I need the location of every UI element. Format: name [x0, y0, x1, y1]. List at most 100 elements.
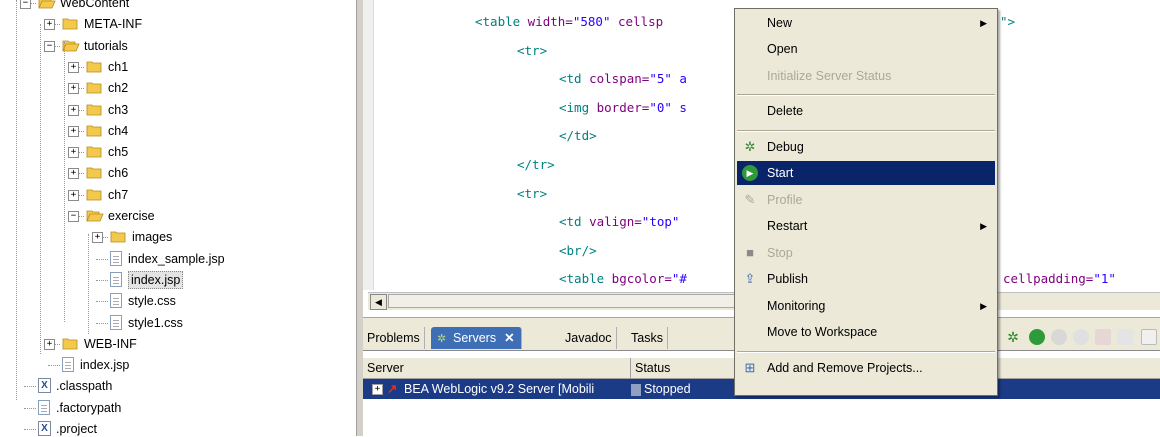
- folder-icon: [62, 18, 78, 30]
- expand-icon[interactable]: +: [68, 62, 79, 73]
- server-name: BEA WebLogic v9.2 Server [Mobili: [404, 382, 595, 396]
- folder-icon: [62, 338, 78, 350]
- editor-left-ruler: [363, 0, 374, 290]
- tree-item-label: index.jsp: [80, 358, 130, 372]
- code-tag: <td: [559, 71, 582, 86]
- code-attribute: width=: [520, 14, 573, 29]
- code-tag: <img: [559, 100, 590, 115]
- menu-item-move-to-workspace[interactable]: Move to Workspace: [737, 320, 995, 344]
- code-line: <img border="0" s: [559, 98, 687, 117]
- menu-item-open[interactable]: Open: [737, 37, 995, 61]
- tree-item-label: tutorials: [84, 39, 128, 53]
- tree-guide-line: [88, 234, 89, 334]
- menu-item-label: Publish: [767, 272, 808, 286]
- tree-connector: [96, 323, 108, 324]
- folder-icon: [86, 61, 102, 73]
- menu-item-label: Initialize Server Status: [767, 68, 892, 83]
- server-context-menu: New ▶ Open Initialize Server Status Delete ✲ D…: [734, 8, 998, 396]
- tab-label: Javadoc: [565, 331, 612, 345]
- menu-item-restart[interactable]: Restart ▶: [737, 214, 995, 238]
- panel-divider[interactable]: [356, 0, 363, 436]
- file-icon: [110, 315, 122, 330]
- code-tag: <table: [475, 14, 521, 29]
- file-icon: [62, 357, 74, 372]
- code-line: </td>: [559, 126, 597, 145]
- column-header-server[interactable]: Server: [363, 358, 631, 378]
- start-run-icon: ▶: [742, 165, 758, 181]
- tree-item-label: ch4: [108, 124, 129, 138]
- column-header-status[interactable]: Status: [631, 358, 751, 378]
- folder-icon: [86, 82, 102, 94]
- folder-icon: [86, 146, 102, 158]
- tree-item-label: .factorypath: [56, 401, 122, 415]
- tree-item-label: style1.css: [128, 316, 183, 330]
- tree-item-label: ch3: [108, 103, 129, 117]
- menu-item-label: Restart: [767, 219, 808, 233]
- expand-icon[interactable]: +: [44, 339, 55, 350]
- collapse-icon[interactable]: −: [20, 0, 31, 9]
- tree-item-label: index_sample.jsp: [128, 252, 225, 266]
- menu-item-monitoring[interactable]: Monitoring ▶: [737, 294, 995, 318]
- menu-item-debug[interactable]: ✲ Debug: [737, 135, 995, 159]
- menu-item-label: Debug: [767, 139, 804, 154]
- expand-icon[interactable]: +: [68, 168, 79, 179]
- submenu-arrow-icon: ▶: [980, 221, 987, 231]
- expand-icon[interactable]: +: [68, 147, 79, 158]
- start-server-icon[interactable]: [1029, 329, 1045, 345]
- collapse-icon[interactable]: −: [44, 41, 55, 52]
- code-string: "1": [1093, 271, 1116, 286]
- menu-item-label: Open: [767, 42, 798, 56]
- menu-item-add-and-remove-projects[interactable]: ⊞ Add and Remove Projects...: [737, 356, 995, 380]
- expand-icon[interactable]: +: [68, 190, 79, 201]
- close-icon[interactable]: ✕: [504, 331, 514, 345]
- file-icon: [110, 272, 122, 287]
- menu-item-delete[interactable]: Delete: [737, 99, 995, 123]
- menu-item-start[interactable]: ▶ Start: [737, 161, 995, 185]
- tab-problems[interactable]: Problems: [363, 327, 425, 349]
- collapse-icon[interactable]: −: [68, 211, 79, 222]
- code-line: <table width="580" cellsp: [475, 12, 663, 31]
- expand-icon[interactable]: +: [92, 232, 103, 243]
- code-attribute: cellpadding=: [1003, 271, 1094, 286]
- tab-tasks[interactable]: Tasks: [627, 327, 668, 349]
- tree-connector: [48, 365, 60, 366]
- add-remove-projects-icon: ⊞: [744, 359, 756, 375]
- code-line: <br/>: [559, 241, 597, 260]
- menu-item-stop: ■ Stop: [737, 241, 995, 265]
- file-icon: [110, 251, 122, 266]
- publish-server-icon[interactable]: [1117, 329, 1133, 345]
- expand-icon[interactable]: +: [44, 19, 55, 30]
- code-attribute: border=: [589, 100, 650, 115]
- scroll-left-arrow-icon[interactable]: ◀: [370, 294, 387, 310]
- code-line: </tr>: [517, 155, 555, 174]
- stop-square-icon: ■: [746, 244, 754, 260]
- restart-server-icon[interactable]: [1073, 329, 1089, 345]
- expand-toggle-icon[interactable]: +: [372, 384, 383, 395]
- menu-item-new[interactable]: New ▶: [737, 11, 995, 35]
- open-folder-icon: [86, 210, 104, 222]
- debug-server-icon[interactable]: ✲: [1005, 329, 1021, 345]
- tab-label: Tasks: [631, 331, 663, 345]
- tree-item-label: WebContent: [60, 0, 130, 10]
- code-line: <table bgcolor="#: [559, 269, 687, 288]
- minimize-view-icon[interactable]: [1141, 329, 1157, 345]
- code-line-overflow: cellpadding="1": [1003, 269, 1116, 288]
- stop-server-icon[interactable]: [1095, 329, 1111, 345]
- expand-icon[interactable]: +: [68, 126, 79, 137]
- code-string: "top": [641, 214, 680, 229]
- tree-item-label: .project: [56, 422, 97, 436]
- tree-item-label: ch7: [108, 188, 129, 202]
- submenu-arrow-icon: ▶: [980, 300, 987, 311]
- profile-server-icon[interactable]: [1051, 329, 1067, 345]
- expand-icon[interactable]: +: [68, 105, 79, 116]
- tree-item-label: style.css: [128, 294, 176, 308]
- code-string: "#: [671, 271, 687, 286]
- menu-item-label: Stop: [767, 245, 793, 260]
- tab-servers[interactable]: ✲ Servers ✕: [431, 327, 522, 349]
- tab-javadoc[interactable]: Javadoc: [561, 327, 617, 349]
- project-explorer-tree[interactable]: − WebContent + META-INF − tutorials + ch1 + ch2 + c…: [0, 0, 356, 436]
- scroll-thumb[interactable]: [388, 294, 748, 308]
- tree-item-label: images: [132, 230, 173, 244]
- expand-icon[interactable]: +: [68, 83, 79, 94]
- menu-item-publish[interactable]: ⇪ Publish: [737, 267, 995, 291]
